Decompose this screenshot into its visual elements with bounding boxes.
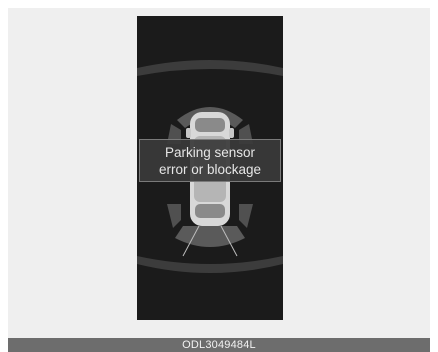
bottom-light-streak (137, 256, 283, 273)
warning-message-line1: Parking sensor (164, 144, 256, 160)
warning-message-line2: error or blockage (158, 161, 262, 177)
image-code-text: ODL3049484L (182, 339, 256, 351)
top-light-streak (137, 60, 283, 76)
image-code-caption: ODL3049484L (8, 338, 430, 352)
warning-message-box: Parking sensor error or blockage (139, 139, 281, 182)
cluster-display: Parking sensor error or blockage (137, 16, 283, 320)
